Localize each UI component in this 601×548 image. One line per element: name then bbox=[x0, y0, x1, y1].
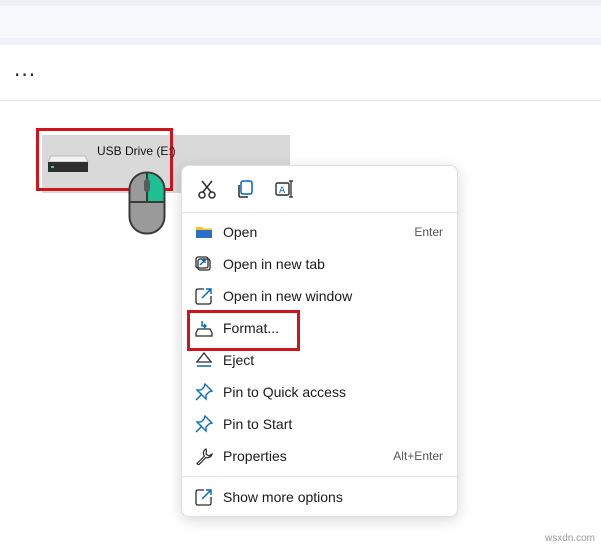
menu-item-label: Open in new window bbox=[223, 288, 353, 304]
menu-separator bbox=[182, 212, 457, 213]
menu-item-label: Eject bbox=[223, 352, 255, 368]
menu-item-label: Show more options bbox=[223, 489, 343, 505]
menu-item-open[interactable]: Open Enter bbox=[182, 217, 457, 247]
wrench-icon bbox=[196, 448, 213, 465]
menu-item-label: Open bbox=[223, 224, 258, 240]
menu-item-pin-to-start[interactable]: Pin to Start bbox=[182, 409, 457, 439]
menu-item-pin-to-quick-access[interactable]: Pin to Quick access bbox=[182, 377, 457, 407]
rename-icon[interactable]: A bbox=[273, 178, 295, 200]
copy-icon[interactable] bbox=[234, 178, 256, 200]
format-highlight-box bbox=[187, 310, 300, 351]
menu-item-label: Properties bbox=[223, 448, 287, 464]
svg-text:A: A bbox=[279, 186, 286, 196]
open-new-window-icon bbox=[195, 288, 212, 305]
pin-icon bbox=[195, 383, 213, 401]
open-new-tab-icon bbox=[195, 256, 211, 271]
menu-item-shortcut: Enter bbox=[414, 225, 443, 239]
menu-separator bbox=[182, 476, 457, 477]
drive-label[interactable]: USB Drive (E:) bbox=[97, 144, 176, 158]
menu-item-shortcut: Alt+Enter bbox=[393, 449, 443, 463]
menu-item-show-more-options[interactable]: Show more options bbox=[182, 482, 457, 512]
menu-item-label: Open in new tab bbox=[223, 256, 325, 272]
menu-item-open-in-new-window[interactable]: Open in new window bbox=[182, 281, 457, 311]
menu-item-open-in-new-tab[interactable]: Open in new tab bbox=[182, 249, 457, 279]
show-more-options-icon bbox=[195, 489, 212, 506]
menu-item-label: Pin to Quick access bbox=[223, 384, 346, 400]
menu-item-properties[interactable]: Properties Alt+Enter bbox=[182, 441, 457, 471]
watermark: wsxdn.com bbox=[544, 533, 595, 544]
command-bar: ... bbox=[0, 45, 601, 101]
eject-icon bbox=[195, 351, 213, 367]
menu-item-label: Pin to Start bbox=[223, 416, 293, 432]
address-bar[interactable] bbox=[0, 6, 601, 38]
address-bar-area bbox=[0, 0, 601, 45]
folder-icon bbox=[196, 227, 212, 238]
usb-drive-icon bbox=[47, 155, 89, 172]
pin-icon bbox=[195, 415, 213, 433]
mouse-click-icon bbox=[128, 171, 166, 235]
more-options-button[interactable]: ... bbox=[14, 57, 36, 81]
cut-icon[interactable] bbox=[196, 178, 218, 200]
